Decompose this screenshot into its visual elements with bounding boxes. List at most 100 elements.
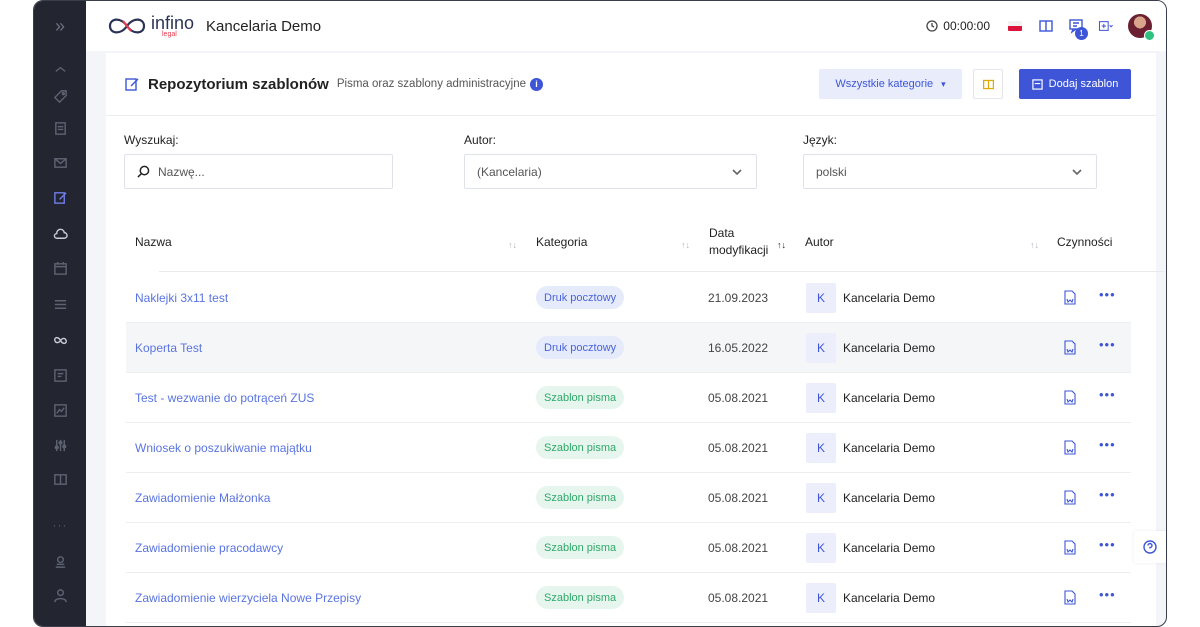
- mail-icon[interactable]: [34, 151, 86, 173]
- modified-date: 16.05.2022: [708, 341, 769, 355]
- category-filter-button[interactable]: Wszystkie kategorie ▾: [819, 69, 962, 99]
- category-badge: Druk pocztowy: [536, 286, 625, 309]
- modified-date: 05.08.2021: [708, 591, 769, 605]
- author-name: Kancelaria Demo: [843, 491, 936, 505]
- author-name: Kancelaria Demo: [843, 441, 936, 455]
- sidebar-toggle-button[interactable]: »: [34, 1, 86, 51]
- info-icon[interactable]: i: [530, 77, 544, 91]
- more-actions-icon[interactable]: •••: [1099, 437, 1116, 452]
- word-document-icon[interactable]: [1064, 540, 1076, 555]
- logo-sub: legal: [162, 31, 177, 38]
- column-author[interactable]: Autor: [805, 235, 834, 249]
- list-icon[interactable]: [34, 293, 86, 315]
- author-label: Autor:: [464, 133, 497, 147]
- word-document-icon[interactable]: [1064, 590, 1076, 605]
- cloud-icon[interactable]: [34, 223, 86, 245]
- table-row[interactable]: Koperta Test Druk pocztowy 16.05.2022 K Kanc…: [126, 323, 1131, 373]
- tag-icon[interactable]: [34, 85, 86, 107]
- category-badge: Druk pocztowy: [536, 336, 625, 359]
- author-avatar: K: [806, 433, 836, 463]
- language-flag-icon[interactable]: [1008, 21, 1022, 31]
- author-name: Kancelaria Demo: [843, 391, 936, 405]
- modified-date: 05.08.2021: [708, 491, 769, 505]
- author-avatar: K: [806, 533, 836, 563]
- book-icon[interactable]: [34, 468, 86, 490]
- sort-icon[interactable]: ↑↓: [681, 240, 690, 250]
- template-name-link[interactable]: Zawiadomienie pracodawcy: [135, 541, 283, 555]
- cloud-partial-icon[interactable]: [34, 58, 86, 80]
- help-book-button[interactable]: [973, 69, 1003, 99]
- table-row[interactable]: Zawiadomienie pracodawcy Szablon pisma 05.…: [126, 523, 1131, 573]
- page-subtitle: Pisma oraz szablony administracyjne: [336, 78, 527, 90]
- word-document-icon[interactable]: [1064, 290, 1076, 305]
- help-icon: [1143, 540, 1157, 554]
- app-window: » ··· infino legal Kancelaria Demo 00:00…: [33, 0, 1167, 627]
- modified-date: 05.08.2021: [708, 391, 769, 405]
- more-actions-icon[interactable]: •••: [1099, 537, 1116, 552]
- template-name-link[interactable]: Wniosek o poszukiwanie majątku: [135, 441, 312, 455]
- sidebar: » ···: [34, 1, 86, 626]
- author-avatar: K: [806, 333, 836, 363]
- template-name-link[interactable]: Zawiadomienie Małżonka: [135, 491, 270, 505]
- author-avatar: K: [806, 583, 836, 613]
- modified-date: 05.08.2021: [708, 541, 769, 555]
- modified-date: 21.09.2023: [708, 291, 769, 305]
- help-button[interactable]: [1134, 531, 1166, 563]
- table-row[interactable]: Naklejki 3x11 test Druk pocztowy 21.09.202…: [126, 273, 1131, 323]
- support-icon[interactable]: [34, 550, 86, 572]
- chevron-down-icon: [732, 166, 742, 176]
- sort-icon[interactable]: ↑↓: [1030, 240, 1039, 250]
- sidebar-more-icon[interactable]: ···: [34, 518, 86, 532]
- table-row[interactable]: Zawiadomienie wierzyciela Nowe Przepisy S…: [126, 573, 1131, 623]
- more-actions-icon[interactable]: •••: [1099, 487, 1116, 502]
- table-row[interactable]: Test - wezwanie do potrąceń ZUS Szablon p…: [126, 373, 1131, 423]
- sort-icon[interactable]: ↑↓: [508, 240, 517, 250]
- template-name-link[interactable]: Test - wezwanie do potrąceń ZUS: [135, 391, 314, 405]
- word-document-icon[interactable]: [1064, 490, 1076, 505]
- sort-active-icon[interactable]: ↑↓: [777, 240, 786, 250]
- avatar[interactable]: [1128, 14, 1155, 41]
- template-name-link[interactable]: Naklejki 3x11 test: [135, 291, 228, 305]
- more-actions-icon[interactable]: •••: [1099, 337, 1116, 352]
- category-badge: Szablon pisma: [536, 586, 625, 609]
- timer[interactable]: 00:00:00: [926, 19, 990, 33]
- document-icon[interactable]: [34, 117, 86, 139]
- chevron-down-icon: [1072, 166, 1082, 176]
- book-icon: [982, 79, 994, 89]
- add-menu-icon[interactable]: [1098, 18, 1114, 34]
- notifications-icon[interactable]: 1: [1068, 18, 1088, 40]
- more-actions-icon[interactable]: •••: [1099, 587, 1116, 602]
- word-document-icon[interactable]: [1064, 340, 1076, 355]
- template-name-link[interactable]: Koperta Test: [135, 341, 202, 355]
- book-icon[interactable]: [1038, 18, 1054, 34]
- word-document-icon[interactable]: [1064, 390, 1076, 405]
- column-date-line2[interactable]: modyfikacji: [709, 243, 768, 257]
- table-row[interactable]: Zawiadomienie Małżonka Szablon pisma 05.08…: [126, 473, 1131, 523]
- search-input[interactable]: Nazwę...: [124, 154, 393, 189]
- column-category[interactable]: Kategoria: [536, 235, 587, 249]
- more-actions-icon[interactable]: •••: [1099, 287, 1116, 302]
- author-select-value: (Kancelaria): [477, 164, 542, 179]
- table-header: [159, 213, 1164, 272]
- calendar-icon[interactable]: [34, 257, 86, 279]
- templates-edit-icon[interactable]: [34, 186, 86, 208]
- table-row[interactable]: Wniosek o poszukiwanie majątku Szablon pi…: [126, 423, 1131, 473]
- author-name: Kancelaria Demo: [843, 541, 936, 555]
- logo[interactable]: infino legal: [106, 13, 194, 38]
- template-name-link[interactable]: Zawiadomienie wierzyciela Nowe Przepisy: [135, 591, 361, 605]
- author-select[interactable]: (Kancelaria): [464, 154, 757, 189]
- search-label: Wyszukaj:: [124, 133, 179, 147]
- more-actions-icon[interactable]: •••: [1099, 387, 1116, 402]
- add-template-button[interactable]: Dodaj szablon: [1019, 69, 1131, 99]
- language-select[interactable]: polski: [803, 154, 1097, 189]
- chevron-down-icon: ▾: [941, 78, 946, 89]
- infinity-icon[interactable]: [34, 329, 86, 351]
- settings-sliders-icon[interactable]: [34, 434, 86, 456]
- column-name[interactable]: Nazwa: [135, 235, 172, 249]
- column-date-line1[interactable]: Data: [709, 226, 734, 240]
- add-template-label: Dodaj szablon: [1048, 78, 1119, 90]
- word-document-icon[interactable]: [1064, 440, 1076, 455]
- chart-icon[interactable]: [34, 399, 86, 421]
- user-icon[interactable]: [34, 584, 86, 606]
- invoice-icon[interactable]: [34, 364, 86, 386]
